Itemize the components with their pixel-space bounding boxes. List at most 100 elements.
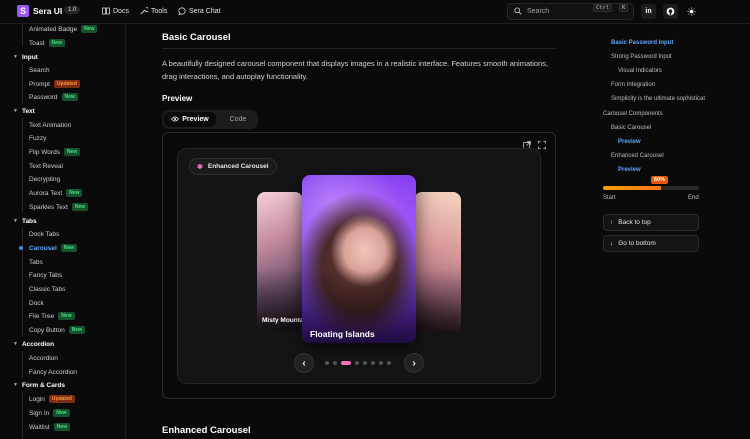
linkedin-icon[interactable]: in: [641, 4, 656, 19]
sidebar-item-copy-button[interactable]: Copy Button New: [29, 324, 86, 336]
toc-link[interactable]: Visual Indicators: [618, 68, 662, 74]
sidebar-item-classic-tabs[interactable]: Classic Tabs: [29, 283, 65, 295]
sidebar-item-fancy-tabs[interactable]: Fancy Tabs: [29, 269, 62, 281]
sidebar-section-accordion[interactable]: ▼ Accordion: [13, 338, 54, 350]
sidebar-item-search[interactable]: Search: [29, 64, 50, 76]
sidebar-item-toast[interactable]: Toast New: [29, 37, 65, 49]
toc-link[interactable]: Enhanced Carousel: [611, 153, 664, 159]
preview-code-tabs: Preview Code: [162, 110, 258, 129]
sidebar-item-label: Fuzzy: [29, 134, 47, 142]
sidebar-section-text[interactable]: ▼ Text: [13, 105, 35, 117]
nav-tools-label: Tools: [151, 7, 168, 15]
sidebar-item-fuzzy[interactable]: Fuzzy: [29, 132, 46, 144]
chevron-down-icon: ▼: [13, 341, 18, 347]
sidebar-item-login[interactable]: Login Updated: [29, 393, 75, 405]
carousel-prev-button[interactable]: ‹: [294, 353, 314, 373]
eye-icon: [171, 116, 180, 124]
sidebar-item-prompt[interactable]: Prompt Updated: [29, 78, 80, 90]
carousel-dot[interactable]: [371, 361, 375, 365]
sidebar-item-label: Waitlist: [29, 423, 50, 431]
sidebar-item-text-animation[interactable]: Text Animation: [29, 119, 71, 131]
carousel-card-active[interactable]: [302, 175, 416, 343]
sidebar-section-tabs[interactable]: ▼ Tabs: [13, 215, 37, 227]
sidebar-item-label: Text Reveal: [29, 162, 63, 170]
new-badge: New: [81, 25, 98, 33]
pill-label: Enhanced Carousel: [207, 163, 269, 170]
carousel-dot[interactable]: [325, 361, 329, 365]
nav-sera-chat-link[interactable]: Sera Chat: [178, 7, 221, 15]
sidebar-item-label: Animated Badge: [29, 25, 78, 33]
new-badge: New: [60, 244, 78, 252]
sidebar-item-dock-tabs[interactable]: Dock Tabs: [29, 228, 59, 240]
github-icon[interactable]: [663, 4, 678, 19]
carousel-card-previous[interactable]: [257, 192, 303, 331]
back-to-top-button[interactable]: ↑ Back to top: [603, 214, 699, 231]
sidebar-item-decrypting[interactable]: Decrypting: [29, 173, 60, 185]
toc-link[interactable]: Carousel Components: [603, 111, 663, 117]
sidebar-tree-line: [22, 24, 23, 46]
sidebar-item-tabs[interactable]: Tabs: [29, 256, 43, 268]
active-indicator-dot: [19, 246, 23, 250]
sidebar-item-label: Sign In: [29, 409, 50, 417]
nav-docs-label: Docs: [113, 7, 129, 15]
new-badge: New: [48, 39, 65, 47]
toc-link[interactable]: Simplicity is the ultimate sophisticat: [611, 96, 705, 102]
chevron-down-icon: ▼: [13, 218, 18, 224]
sidebar-item-label: File Tree: [29, 312, 55, 320]
sidebar-item-file-tree[interactable]: File Tree New: [29, 310, 75, 322]
arrow-up-icon: ↑: [610, 219, 614, 226]
carousel-dot[interactable]: [341, 361, 351, 365]
carousel-dot[interactable]: [387, 361, 391, 365]
sidebar-item-dock[interactable]: Dock: [29, 297, 44, 309]
component-description: A beautifully designed carousel componen…: [162, 59, 549, 81]
brand-name[interactable]: Sera UI: [33, 6, 62, 16]
sidebar-item-password[interactable]: Password New: [29, 91, 78, 103]
sidebar-item-carousel[interactable]: Carousel New: [29, 242, 78, 254]
tab-preview[interactable]: Preview: [164, 112, 216, 127]
section-heading: Enhanced Carousel: [162, 425, 251, 436]
button-label: Go to bottom: [618, 240, 656, 247]
sidebar-item-fancy-accordion[interactable]: Fancy Accordion: [29, 366, 77, 378]
search-input[interactable]: Search: [507, 3, 634, 20]
enhanced-carousel-pill: ✱ Enhanced Carousel: [189, 158, 277, 175]
carousel-dot[interactable]: [363, 361, 367, 365]
sidebar-item-flip-words[interactable]: Flip Words New: [29, 146, 81, 158]
brand-logo[interactable]: S: [17, 5, 29, 17]
toc-link[interactable]: Basic Password Input: [611, 40, 673, 46]
toc-link[interactable]: Basic Carousel: [611, 125, 651, 131]
toc-link[interactable]: Preview: [618, 167, 641, 173]
go-to-bottom-button[interactable]: ↓ Go to bottom: [603, 235, 699, 252]
toc-link[interactable]: Form Integration: [611, 82, 655, 88]
version-badge: 1.0: [64, 6, 81, 14]
sidebar-item-sign-in[interactable]: Sign In New: [29, 407, 70, 419]
sidebar-section-input[interactable]: ▼ Input: [13, 51, 38, 63]
chevron-down-icon: ▼: [13, 382, 18, 388]
toc-link[interactable]: Preview: [618, 139, 641, 145]
carousel-dot[interactable]: [355, 361, 359, 365]
updated-badge: Updated: [48, 395, 75, 403]
nav-docs-link[interactable]: Docs: [102, 7, 129, 15]
fullscreen-icon[interactable]: [538, 141, 546, 151]
carousel-next-button[interactable]: ›: [404, 353, 424, 373]
sidebar-item-text-reveal[interactable]: Text Reveal: [29, 160, 63, 172]
sidebar-item-label: Search: [29, 66, 50, 74]
toc-link[interactable]: Strong Password Input: [611, 54, 672, 60]
sidebar-item-aurora-text[interactable]: Aurora Text New: [29, 187, 83, 199]
carousel-dot[interactable]: [333, 361, 337, 365]
sidebar-item-label: Copy Button: [29, 326, 65, 334]
sidebar-section-form-cards[interactable]: ▼ Form & Cards: [13, 379, 65, 391]
nav-sera-chat-label: Sera Chat: [189, 7, 221, 15]
carousel-dot[interactable]: [379, 361, 383, 365]
new-badge: New: [68, 326, 86, 334]
sidebar-item-accordion[interactable]: Accordion: [29, 352, 58, 364]
shortcut-k-key: K: [619, 4, 629, 12]
nav-tools-link[interactable]: Tools: [140, 7, 167, 15]
sidebar-item-sparkles-text[interactable]: Sparkles Text New: [29, 201, 89, 213]
sidebar-item-waitlist[interactable]: Waitlist New: [29, 421, 70, 433]
carousel-card-next[interactable]: [414, 192, 461, 331]
sidebar-item-animated-badge[interactable]: Animated Badge New: [29, 24, 98, 35]
reading-progress-bar: [603, 186, 699, 190]
arrow-down-icon: ↓: [610, 240, 614, 247]
tab-code[interactable]: Code: [222, 112, 254, 127]
theme-toggle-icon[interactable]: [684, 4, 699, 19]
